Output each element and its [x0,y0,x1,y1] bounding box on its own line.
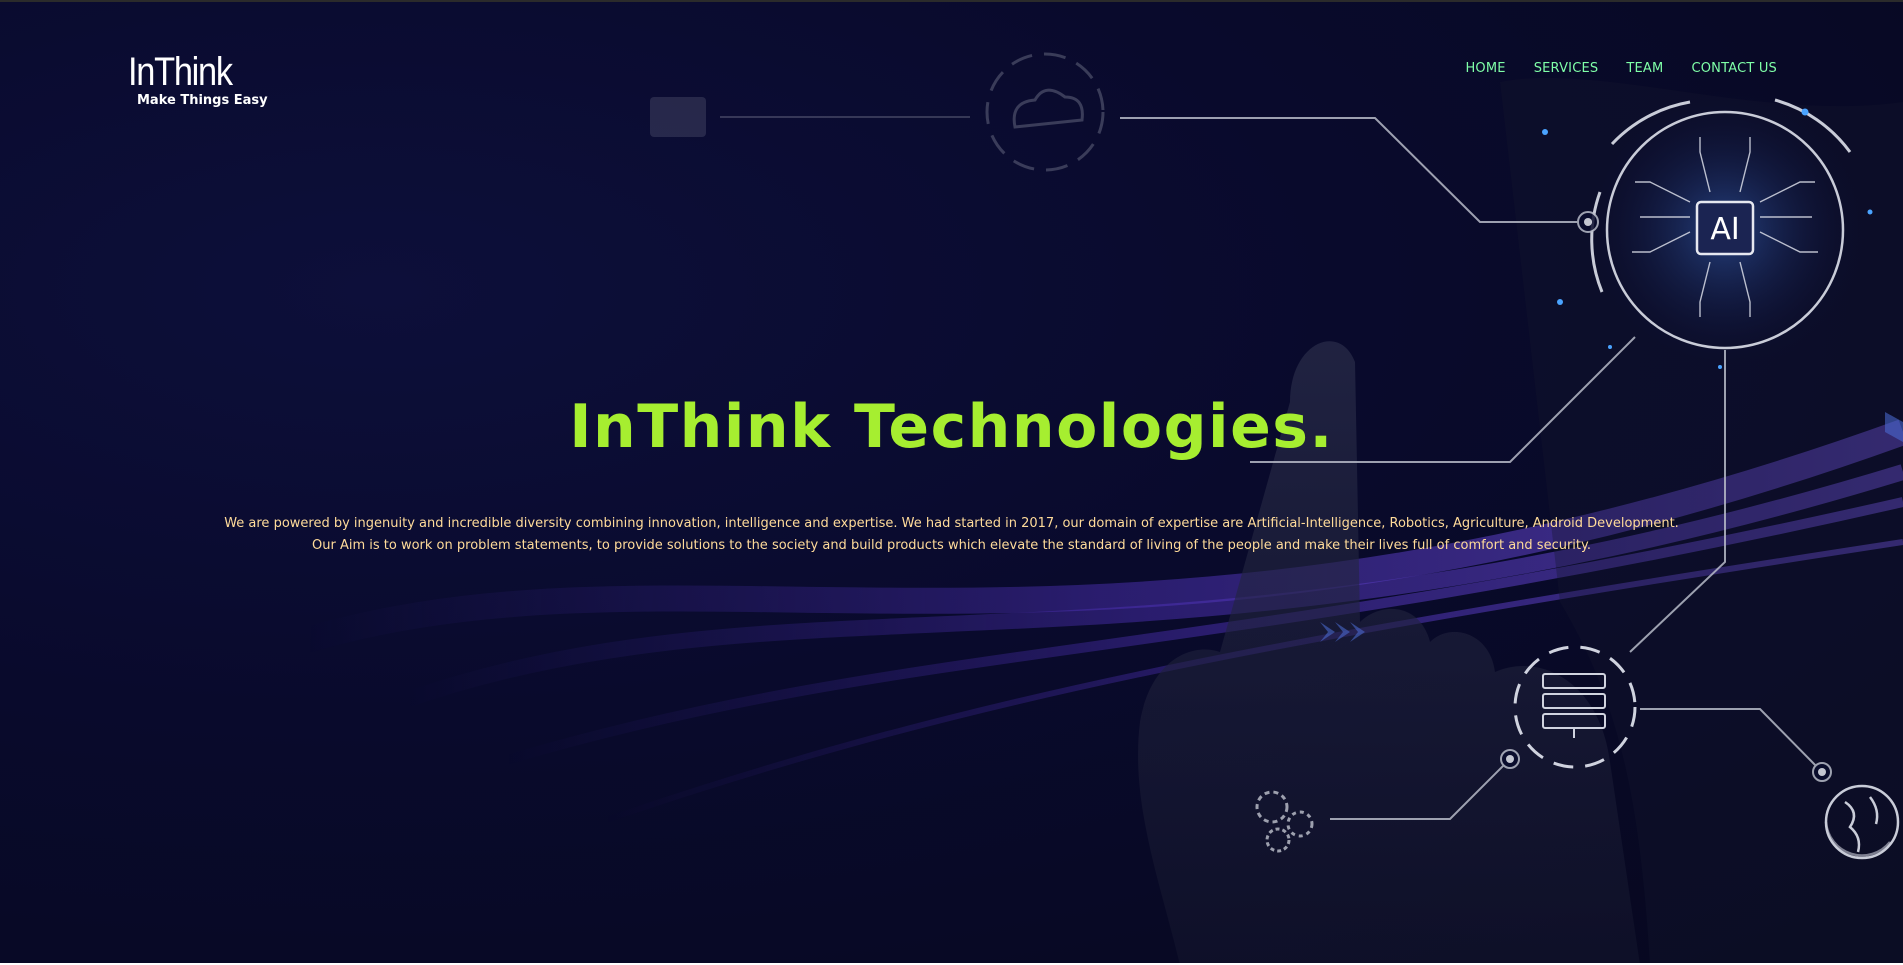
brand-tagline: Make Things Easy [137,93,268,108]
nav-services-link[interactable]: SERVICES [1534,61,1599,76]
main-nav: HOME SERVICES TEAM CONTACT US [1437,61,1777,76]
nav-team-link[interactable]: TEAM [1626,61,1663,76]
nav-home-link[interactable]: HOME [1465,61,1505,76]
ai-chip-label: AI [1710,212,1739,247]
nav-contact-us-link[interactable]: CONTACT US [1691,61,1777,76]
brand-name: InThink [128,50,233,94]
folder-icon [650,97,706,137]
brand-logo[interactable]: InThink Make Things Easy [128,50,268,108]
cloud-icon [985,52,1105,172]
hero-title: InThink Technologies. [569,392,1334,462]
hero-background-art: AI [296,52,1903,963]
ai-chip-graphic: AI [1585,90,1865,370]
hero-description-line-1: We are powered by ingenuity and incredib… [224,516,1679,531]
hero-description-line-2: Our Aim is to work on problem statements… [312,538,1591,553]
hero-section: AI InThink Make Things Easy HOME SERVICE… [0,0,1903,963]
hero-description: We are powered by ingenuity and incredib… [0,513,1903,557]
